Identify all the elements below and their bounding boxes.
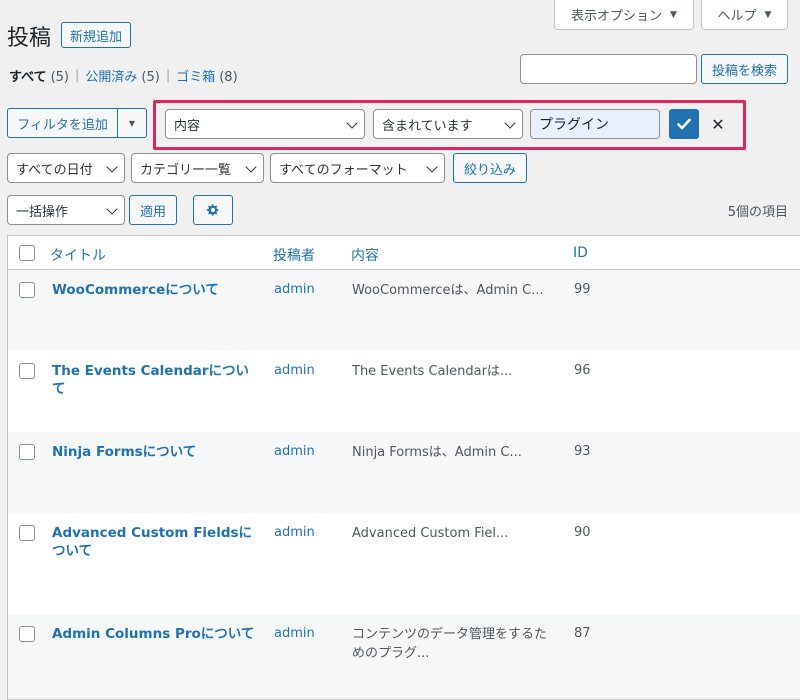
post-id: 90	[574, 525, 591, 540]
bulk-apply-button[interactable]: 適用	[129, 195, 177, 225]
post-title-link[interactable]: The Events Calendarについて	[52, 362, 262, 398]
row-checkbox[interactable]	[19, 626, 35, 642]
filter-submit-button[interactable]: 絞り込み	[453, 153, 527, 183]
post-author-link[interactable]: admin	[274, 282, 315, 297]
category-filter-select[interactable]: カテゴリー一覧	[131, 153, 264, 183]
filter-field-select[interactable]: 内容	[165, 109, 365, 139]
column-author[interactable]: 投稿者	[273, 245, 315, 265]
chevron-down-icon	[426, 161, 438, 173]
bulk-action-value: 一括操作	[16, 204, 69, 220]
post-title-link[interactable]: Admin Columns Proについて	[52, 625, 262, 643]
filter-field-value: 内容	[174, 118, 201, 134]
view-published[interactable]: 公開済み (5)	[85, 66, 159, 85]
chevron-down-icon	[346, 117, 358, 129]
bulk-action-select[interactable]: 一括操作	[7, 195, 125, 225]
post-title-link[interactable]: WooCommerceについて	[52, 281, 262, 299]
search-input[interactable]	[520, 54, 697, 84]
screen-options-label: 表示オプション	[571, 9, 663, 24]
table-row: WooCommerceについて admin WooCommerceは、Admin…	[8, 270, 800, 351]
post-content: Advanced Custom Fiel...	[352, 526, 509, 541]
table-row: Admin Columns Proについて admin コンテンツのデータ管理を…	[8, 614, 800, 699]
screen-options-tab[interactable]: 表示オプション ▼	[554, 0, 694, 30]
table-row: Advanced Custom Fieldsについて admin Advance…	[8, 513, 800, 614]
select-all-checkbox[interactable]	[19, 245, 35, 261]
post-id: 99	[574, 282, 591, 297]
post-author-link[interactable]: admin	[274, 363, 315, 378]
post-id: 96	[574, 363, 591, 378]
column-content[interactable]: 内容	[351, 245, 379, 265]
post-author-link[interactable]: admin	[274, 626, 315, 641]
close-icon: ✕	[711, 114, 725, 134]
posts-table: タイトル 投稿者 内容 ID WooCommerceについて admin Woo…	[7, 235, 800, 700]
chevron-down-icon	[504, 117, 516, 129]
post-title-link[interactable]: Ninja Formsについて	[52, 443, 262, 461]
post-author-link[interactable]: admin	[274, 444, 315, 459]
add-new-button[interactable]: 新規追加	[61, 22, 131, 48]
filter-operator-select[interactable]: 含まれています	[373, 109, 523, 139]
chevron-down-icon	[245, 161, 257, 173]
add-filter-button[interactable]: フィルタを追加	[8, 109, 118, 137]
post-title-link[interactable]: Advanced Custom Fieldsについて	[52, 524, 257, 560]
filter-value-input[interactable]: プラグイン	[530, 109, 660, 139]
row-checkbox[interactable]	[19, 444, 35, 460]
date-filter-select[interactable]: すべての日付	[7, 153, 125, 183]
items-count: 5個の項目	[727, 205, 788, 220]
filter-operator-value: 含まれています	[382, 118, 473, 134]
format-filter-select[interactable]: すべてのフォーマット	[270, 153, 445, 183]
view-separator: |	[165, 68, 171, 83]
post-content: コンテンツのデータ管理をするためのプラグ...	[352, 627, 548, 661]
add-filter-control: フィルタを追加 ▼	[7, 108, 147, 138]
post-content: The Events Calendarは...	[352, 364, 513, 379]
post-content: WooCommerceは、Admin C...	[352, 283, 544, 298]
post-author-link[interactable]: admin	[274, 525, 315, 540]
table-row: Ninja Formsについて admin Ninja Formsは、Admin…	[8, 432, 800, 513]
apply-filter-button[interactable]	[669, 109, 699, 139]
help-tab[interactable]: ヘルプ ▼	[701, 0, 788, 30]
date-filter-value: すべての日付	[16, 162, 93, 178]
column-title[interactable]: タイトル	[50, 245, 106, 265]
format-filter-value: すべてのフォーマット	[279, 162, 408, 178]
view-all[interactable]: すべて (5)	[9, 66, 69, 85]
column-settings-button[interactable]	[193, 195, 233, 225]
row-checkbox[interactable]	[19, 525, 35, 541]
chevron-down-icon	[106, 203, 118, 215]
gear-icon	[206, 204, 219, 216]
view-trash[interactable]: ゴミ箱 (8)	[176, 66, 237, 85]
table-row: The Events Calendarについて admin The Events…	[8, 351, 800, 432]
post-status-views: すべて (5) | 公開済み (5) | ゴミ箱 (8)	[9, 66, 238, 85]
column-id[interactable]: ID	[573, 245, 588, 261]
check-icon	[677, 118, 691, 130]
post-content: Ninja Formsは、Admin C...	[352, 445, 522, 460]
search-posts-button[interactable]: 投稿を検索	[701, 54, 788, 84]
table-header: タイトル 投稿者 内容 ID	[8, 236, 800, 270]
add-filter-dropdown-icon[interactable]: ▼	[118, 109, 146, 137]
remove-filter-button[interactable]: ✕	[704, 109, 732, 139]
caret-down-icon: ▼	[764, 9, 772, 20]
post-id: 87	[574, 626, 591, 641]
row-checkbox[interactable]	[19, 363, 35, 379]
view-separator: |	[75, 68, 80, 83]
caret-down-icon: ▼	[670, 9, 677, 20]
row-checkbox[interactable]	[19, 282, 35, 298]
chevron-down-icon	[106, 161, 118, 173]
post-id: 93	[574, 444, 591, 459]
category-filter-value: カテゴリー一覧	[140, 162, 232, 178]
help-label: ヘルプ	[717, 9, 757, 24]
page-title: 投稿	[7, 26, 52, 51]
